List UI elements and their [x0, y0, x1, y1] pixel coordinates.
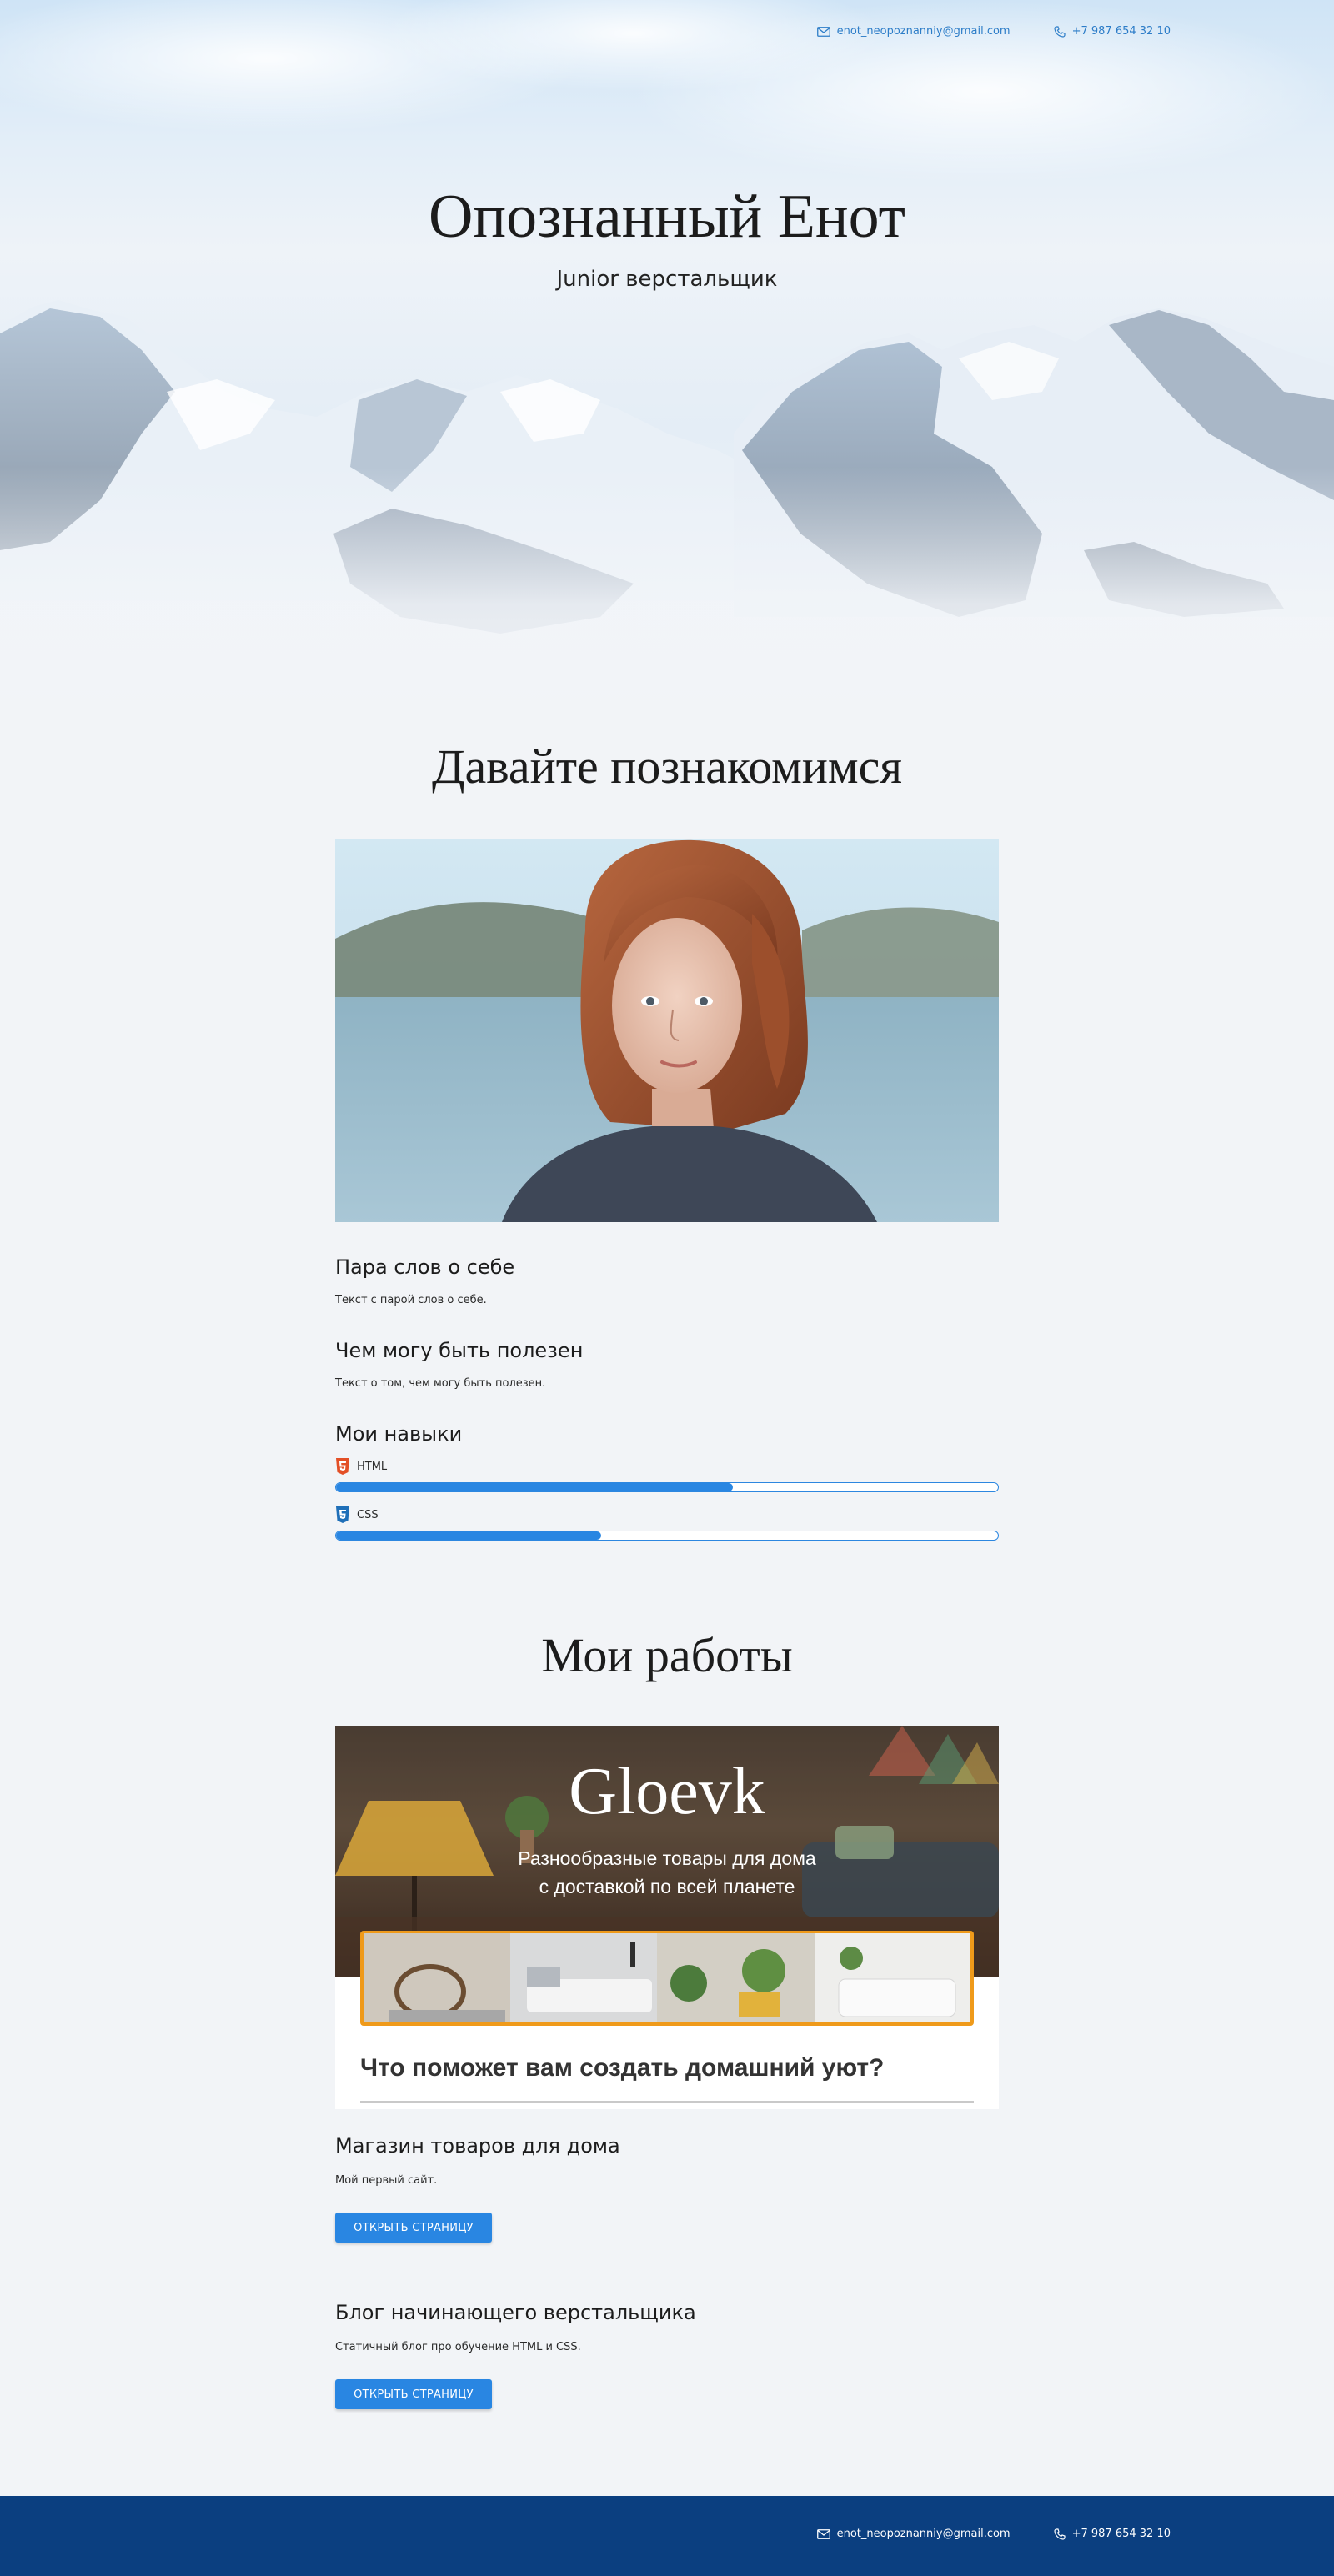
- header-contacts: enot_neopoznanniy@gmail.com +7 987 654 3…: [816, 25, 1171, 38]
- about-title: Давайте познакомимся: [431, 739, 903, 794]
- work-title: Блог начинающего верстальщика: [335, 2301, 696, 2324]
- css3-icon: [336, 1506, 349, 1523]
- phone-icon: [1053, 2528, 1066, 2540]
- phone-icon: [1053, 25, 1066, 38]
- footer-phone[interactable]: +7 987 654 32 10: [1053, 2528, 1171, 2540]
- preview-tagline-line2: с доставкой по всей планете: [539, 1876, 795, 1897]
- profile-photo: [335, 839, 999, 1222]
- about-section-heading: Пара слов о себе: [335, 1255, 515, 1279]
- skill-name: HTML: [357, 1460, 388, 1473]
- html5-icon: [336, 1458, 349, 1475]
- footer-contacts: enot_neopoznanniy@gmail.com +7 987 654 3…: [816, 2528, 1171, 2540]
- hero: enot_neopoznanniy@gmail.com +7 987 654 3…: [0, 0, 1334, 717]
- work-description: Статичный блог про обучение HTML и CSS.: [335, 2341, 581, 2353]
- footer-email-text: enot_neopoznanniy@gmail.com: [836, 2528, 1011, 2540]
- about-section-heading: Чем могу быть полезен: [335, 1339, 584, 1362]
- preview-divider: [360, 2101, 974, 2103]
- hero-subtitle: Junior верстальщик: [556, 267, 778, 292]
- skill-html: HTML: [335, 1457, 999, 1492]
- skills-heading: Мои навыки: [335, 1422, 463, 1446]
- header-phone[interactable]: +7 987 654 32 10: [1053, 25, 1171, 38]
- footer: enot_neopoznanniy@gmail.com +7 987 654 3…: [0, 2496, 1334, 2576]
- work-preview-screenshot: Gloevk Разнообразные товары для дома с д…: [335, 1726, 999, 2109]
- skill-css: CSS: [335, 1506, 999, 1541]
- open-page-button[interactable]: ОТКРЫТЬ СТРАНИЦУ: [335, 2213, 492, 2243]
- mountains-background-image: [0, 0, 1334, 717]
- works-title: Мои работы: [541, 1628, 793, 1682]
- footer-phone-text: +7 987 654 32 10: [1071, 2528, 1171, 2540]
- preview-product-photos: [360, 1931, 974, 2026]
- mail-icon: [816, 26, 830, 37]
- header-phone-text: +7 987 654 32 10: [1071, 25, 1171, 38]
- hero-title: Опознанный Енот: [429, 183, 905, 251]
- about-section-text: Текст с парой слов о себе.: [335, 1294, 487, 1306]
- header-email-text: enot_neopoznanniy@gmail.com: [836, 25, 1011, 38]
- skill-progress-fill: [336, 1483, 734, 1491]
- skill-progress-bar: [335, 1531, 999, 1541]
- about-section-text: Текст о том, чем могу быть полезен.: [335, 1377, 546, 1390]
- mail-icon: [816, 2528, 830, 2539]
- skill-progress-fill: [336, 1531, 601, 1540]
- preview-tagline: Разнообразные товары для дома с доставко…: [335, 1844, 999, 1901]
- header-email[interactable]: enot_neopoznanniy@gmail.com: [816, 25, 1011, 38]
- work-title: Магазин товаров для дома: [335, 2134, 620, 2158]
- skill-progress-bar: [335, 1482, 999, 1492]
- work-description: Мой первый сайт.: [335, 2174, 438, 2187]
- preview-tagline-line1: Разнообразные товары для дома: [518, 1847, 816, 1869]
- skill-name: CSS: [357, 1508, 379, 1521]
- open-page-button[interactable]: ОТКРЫТЬ СТРАНИЦУ: [335, 2379, 492, 2409]
- preview-section-heading: Что поможет вам создать домашний уют?: [360, 2054, 885, 2082]
- preview-brand-title: Gloevk: [569, 1755, 765, 1828]
- footer-email[interactable]: enot_neopoznanniy@gmail.com: [816, 2528, 1011, 2540]
